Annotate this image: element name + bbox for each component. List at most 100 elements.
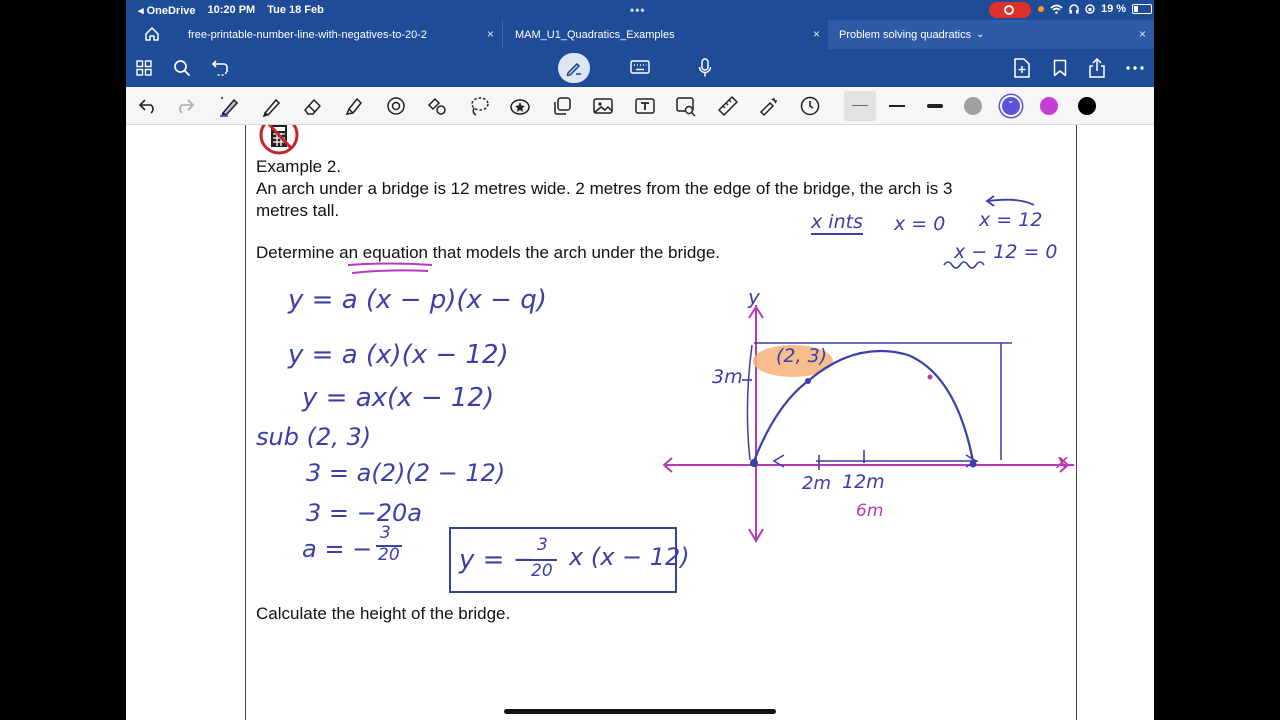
- pen-icon: [220, 96, 239, 117]
- share-icon: [1089, 58, 1105, 78]
- more-options-button[interactable]: [1126, 66, 1144, 70]
- chevron-down-icon: ⌄: [1007, 95, 1015, 105]
- ipad-screen: ◂ OneDrive 10:20 PM Tue 18 Feb ••• 19 % …: [126, 0, 1154, 720]
- more-ellipsis-icon: [1126, 66, 1144, 70]
- graph-height-label: 3m: [712, 366, 743, 388]
- elements-icon: [427, 97, 446, 115]
- shapes-tool-button[interactable]: [385, 95, 407, 117]
- status-bar: ◂ OneDrive 10:20 PM Tue 18 Feb ••• 19 %: [126, 0, 1154, 20]
- battery-icon: [1132, 4, 1153, 14]
- tab-label: MAM_U1_Quadratics_Examples: [515, 28, 675, 41]
- image-search-icon: [676, 97, 696, 117]
- star-sticker-icon: [510, 99, 530, 115]
- drawing-toolbar: ⌄: [126, 87, 1154, 125]
- graph-x-label: x: [1056, 449, 1068, 473]
- bridge-left-edge: [746, 344, 753, 461]
- tab-problem-solving-quadratics[interactable]: Problem solving quadratics ⌄ ×: [828, 20, 1154, 49]
- tab-label: Problem solving quadratics: [839, 28, 972, 41]
- home-indicator-bar[interactable]: [504, 709, 776, 714]
- copy-layers-icon: [554, 97, 571, 115]
- clock-icon: [800, 96, 820, 116]
- graph-2m-label: 2m: [802, 473, 831, 494]
- highlighter-icon: [345, 98, 362, 115]
- keyboard-icon: [630, 60, 650, 74]
- close-tab-icon[interactable]: ×: [813, 27, 820, 41]
- app-toolbar: [126, 49, 1154, 87]
- pen-tool-button[interactable]: [219, 95, 241, 117]
- ruler-tool-button[interactable]: [717, 95, 739, 117]
- task-determine-equation: Determine an equation that models the ar…: [256, 243, 721, 262]
- note-arrow: [985, 195, 1035, 207]
- image-icon: [593, 98, 613, 114]
- working-step-5: 3 = −20a: [306, 499, 422, 527]
- image-tool-button[interactable]: [592, 95, 614, 117]
- stroke-thick-button[interactable]: [927, 104, 943, 108]
- elements-tool-button[interactable]: [426, 95, 448, 117]
- stickers-tool-button[interactable]: [509, 95, 531, 117]
- answer-numerator: 3: [537, 535, 548, 555]
- chevron-down-icon[interactable]: ⌄: [971, 29, 984, 40]
- working-step-3: y = ax(x − 12): [302, 383, 495, 413]
- lasso-tool-button[interactable]: [468, 95, 490, 117]
- notebook-page[interactable]: Example 2. An arch under a bridge is 12 …: [245, 125, 1077, 720]
- stroke-medium-button[interactable]: [889, 105, 905, 107]
- keyboard-button[interactable]: [630, 60, 650, 74]
- headphones-icon: [1069, 4, 1079, 14]
- dictation-button[interactable]: [698, 58, 712, 78]
- sync-arrows-icon: [211, 60, 228, 76]
- undo-button[interactable]: [137, 95, 159, 117]
- pen-edit-icon: [566, 63, 581, 77]
- record-icon: [1004, 5, 1014, 15]
- color-swatch[interactable]: [1040, 97, 1058, 115]
- thin-stroke-icon: [852, 105, 868, 106]
- text-tool-button[interactable]: [634, 95, 656, 117]
- tab-quadratics-examples[interactable]: MAM_U1_Quadratics_Examples ×: [502, 20, 828, 49]
- color-swatch[interactable]: ⌄: [1002, 95, 1020, 115]
- fraction-numerator: 3: [380, 523, 391, 543]
- sync-button[interactable]: [210, 59, 230, 77]
- answer-prefix: y = −: [459, 545, 535, 575]
- redo-icon: [179, 99, 195, 114]
- home-button[interactable]: [144, 26, 160, 45]
- mic-in-use-indicator: [1038, 6, 1044, 12]
- add-page-button[interactable]: [1014, 58, 1030, 78]
- grid-icon: [136, 60, 152, 76]
- add-page-icon: [1014, 58, 1030, 78]
- graph-point-label: (2, 3): [776, 345, 828, 367]
- close-tab-icon[interactable]: ×: [1139, 27, 1146, 41]
- home-icon: [145, 27, 159, 41]
- thumbnails-grid-button[interactable]: [136, 60, 152, 76]
- pink-underline-annotation: [347, 262, 433, 274]
- working-step-6: a = −: [302, 535, 373, 563]
- screen-recording-indicator[interactable]: [989, 2, 1031, 18]
- back-to-app-link[interactable]: ◂ OneDrive: [138, 4, 196, 17]
- color-swatch[interactable]: [1078, 97, 1096, 115]
- graph-12m-label: 12m: [842, 471, 885, 493]
- close-tab-icon[interactable]: ×: [487, 27, 494, 41]
- search-button[interactable]: [173, 59, 191, 77]
- highlighter-tool-button[interactable]: [343, 95, 365, 117]
- working-step-1: y = a (x − p)(x − q): [288, 285, 547, 315]
- laser-pointer-button[interactable]: [758, 95, 780, 117]
- microphone-icon: [698, 58, 712, 77]
- working-step-4: 3 = a(2)(2 − 12): [306, 459, 506, 487]
- color-swatch[interactable]: [964, 97, 982, 115]
- copy-tool-button[interactable]: [551, 95, 573, 117]
- pencil-tool-button[interactable]: [261, 95, 283, 117]
- text-box-icon: [635, 98, 655, 114]
- redo-button[interactable]: [174, 95, 196, 117]
- pen-mode-button[interactable]: [558, 53, 590, 83]
- tab-number-line[interactable]: free-printable-number-line-with-negative…: [176, 20, 502, 49]
- fraction-denominator: 20: [378, 545, 400, 565]
- bookmark-button[interactable]: [1053, 59, 1067, 77]
- document-tab-bar: free-printable-number-line-with-negative…: [126, 20, 1154, 49]
- recent-history-button[interactable]: [799, 95, 821, 117]
- image-search-tool-button[interactable]: [675, 95, 697, 117]
- eraser-tool-button[interactable]: [302, 95, 324, 117]
- stroke-thin-button[interactable]: [844, 91, 876, 121]
- note-wavy-underline: [943, 261, 985, 269]
- multitasking-dots[interactable]: •••: [630, 3, 646, 17]
- share-button[interactable]: [1088, 58, 1106, 78]
- symmetric-point: [927, 374, 933, 380]
- note-underline: [811, 233, 863, 235]
